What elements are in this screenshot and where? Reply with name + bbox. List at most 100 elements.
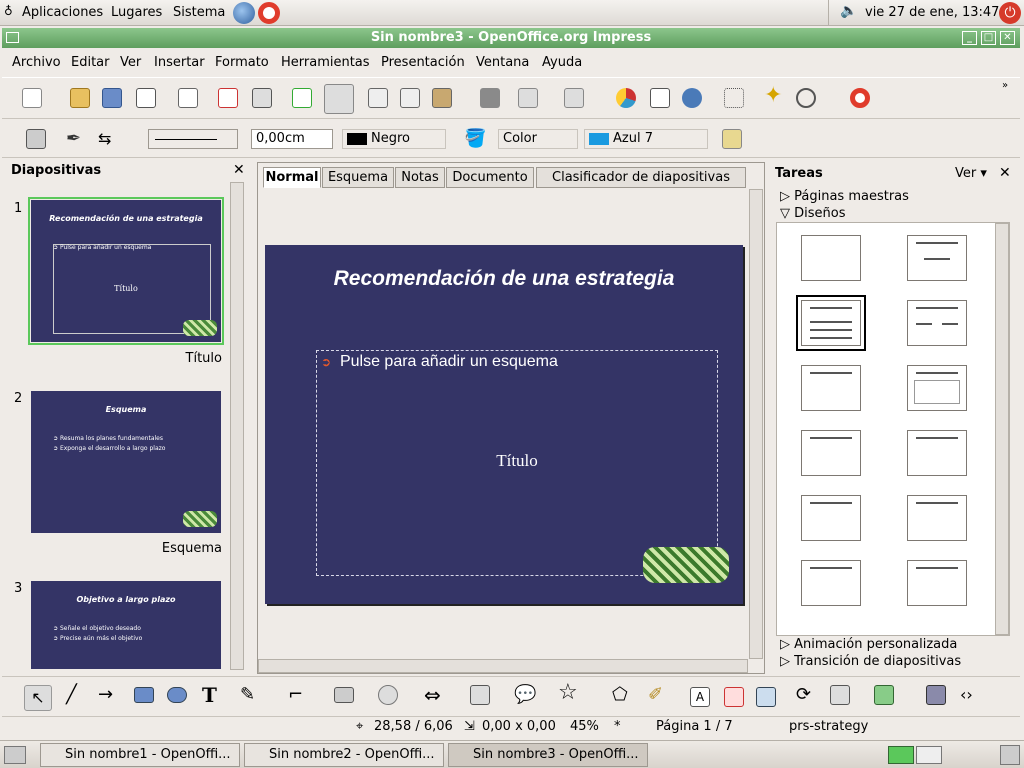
layout-title[interactable] [907,235,967,281]
rotate-icon[interactable]: ⟳ [796,685,816,705]
stars-icon[interactable]: ☆ [558,682,578,704]
ellipse-tool-icon[interactable] [167,687,187,703]
menu-ventana[interactable]: Ventana [476,55,529,70]
open-icon[interactable] [70,88,90,108]
workspace-switcher-2[interactable] [916,746,942,764]
redo-icon[interactable] [564,88,584,108]
arrange-icon[interactable] [874,685,894,705]
layout-title-text-chart[interactable] [907,495,967,541]
section-animation[interactable]: ▷ Animación personalizada [780,637,957,652]
tab-clasificador[interactable]: Clasificador de diapositivas [536,167,746,188]
tab-documento[interactable]: Documento [446,167,534,188]
layout-title-only[interactable] [801,365,861,411]
globe-icon[interactable] [233,2,255,24]
editor-hscroll[interactable] [258,659,748,673]
connector-tool-icon[interactable]: ⌐ [288,685,308,705]
taskbar-item-1[interactable]: Sin nombre1 - OpenOffi... [40,743,240,767]
zoom-level[interactable]: 45% [570,719,599,734]
slides-scrollbar[interactable] [230,182,244,670]
layout-title-clipart-text[interactable] [801,495,861,541]
callouts-icon[interactable]: 💬 [514,685,536,705]
power-icon[interactable]: ⏻ [999,2,1021,24]
slide-thumbnail-1[interactable]: Recomendación de una estrategia ➲ Pulse … [28,197,224,345]
edit-file-icon[interactable] [178,88,198,108]
volume-icon[interactable]: 🔈 [840,3,857,19]
menu-ayuda[interactable]: Ayuda [542,55,582,70]
curve-tool-icon[interactable]: ✎ [240,685,260,705]
layout-title-content[interactable] [796,295,866,351]
menu-editar[interactable]: Editar [71,55,110,70]
tasks-view-menu[interactable]: Ver ▾ [955,166,987,181]
tab-normal[interactable]: Normal [263,167,321,188]
alignment-icon[interactable] [830,685,850,705]
minimize-button[interactable]: _ [962,31,977,45]
layout-title-2content[interactable] [907,300,967,346]
slide-title[interactable]: Recomendación de una estrategia [265,267,743,291]
block-arrows-icon[interactable]: ⇔ [424,685,444,705]
trash-icon[interactable] [1000,745,1020,765]
close-tasks-icon[interactable]: ✕ [999,165,1011,181]
layout-blank[interactable] [801,235,861,281]
print-icon[interactable] [252,88,272,108]
arrow-tool-icon[interactable]: → [98,685,118,705]
area-fill-bucket-icon[interactable]: 🪣 [464,129,486,149]
flowchart-icon[interactable] [470,685,490,705]
area-style-select[interactable]: Color [498,129,578,149]
section-layouts[interactable]: ▽ Diseños [780,206,846,221]
window-menu-icon[interactable] [6,32,19,43]
line-tool-icon[interactable]: ╱ [66,685,86,705]
text-tool-icon[interactable]: T [202,685,222,705]
toolbar-overflow-icon[interactable]: » [1002,80,1008,91]
menu-presentacion[interactable]: Presentación [381,55,465,70]
line-color-select[interactable]: Negro [342,129,446,149]
help-lifebuoy-icon[interactable] [850,88,870,108]
table-icon[interactable] [650,88,670,108]
layout-title-chart[interactable] [801,430,861,476]
email-icon[interactable] [136,88,156,108]
layout-title-table[interactable] [907,430,967,476]
area-color-select[interactable]: Azul 7 [584,129,708,149]
taskbar-item-2[interactable]: Sin nombre2 - OpenOffi... [244,743,444,767]
maximize-button[interactable]: □ [981,31,996,45]
rectangle-tool-icon[interactable] [134,687,154,703]
grid-icon[interactable] [724,88,744,108]
tab-esquema[interactable]: Esquema [322,167,394,188]
help-icon[interactable] [258,2,280,24]
line-style-pen-icon[interactable]: ✒ [66,129,86,149]
format-paintbrush-icon[interactable] [480,88,500,108]
workspace-switcher[interactable] [888,746,914,764]
layout-title-text-clipart[interactable] [801,560,861,606]
outline-placeholder[interactable]: ➲ Pulse para añadir un esquema Título [316,350,718,576]
layout-title-chart-text[interactable] [907,560,967,606]
menu-ver[interactable]: Ver [120,55,141,70]
save-icon[interactable] [102,88,122,108]
spellcheck-icon[interactable] [292,88,312,108]
menu-applications[interactable]: Aplicaciones [22,5,103,20]
menu-herramientas[interactable]: Herramientas [281,55,370,70]
slide-canvas[interactable]: Recomendación de una estrategia ➲ Pulse … [265,245,743,604]
menu-formato[interactable]: Formato [215,55,269,70]
gallery-icon[interactable] [756,687,776,707]
select-pointer-icon[interactable]: ↖ [24,685,52,711]
layout-centered[interactable] [907,365,967,411]
slide-thumbnail-2[interactable]: Esquema ➲ Resuma los planes fundamentale… [31,391,221,533]
symbol-shapes-icon[interactable] [378,685,398,705]
export-pdf-icon[interactable] [218,88,238,108]
taskbar-item-3[interactable]: Sin nombre3 - OpenOffi... [448,743,648,767]
menu-insertar[interactable]: Insertar [154,55,205,70]
line-style-select[interactable] [148,129,238,149]
menu-places[interactable]: Lugares [111,5,162,20]
section-transition[interactable]: ▷ Transición de diapositivas [780,654,961,669]
tab-notas[interactable]: Notas [395,167,445,188]
layouts-scrollbar[interactable] [995,223,1009,635]
close-button[interactable]: ✕ [1000,31,1015,45]
menu-system[interactable]: Sistema [173,5,225,20]
slide-thumbnail-3[interactable]: Objetivo a largo plazo ➲ Señale el objet… [31,581,221,669]
shadow-icon[interactable] [722,129,742,149]
show-desktop-icon[interactable] [4,746,26,764]
fontwork-icon[interactable]: A [690,687,710,707]
basic-shapes-icon[interactable] [334,687,354,703]
insert-code-icon[interactable]: ‹› [960,685,980,705]
navigator-globe-icon[interactable] [682,88,702,108]
editor-vscroll[interactable] [749,189,763,659]
